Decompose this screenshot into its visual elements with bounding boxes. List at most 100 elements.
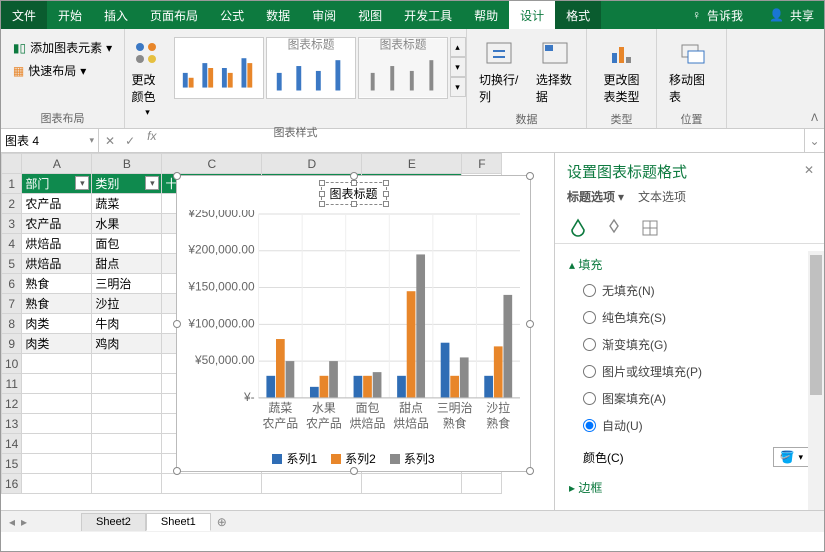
border-section-header[interactable]: ▸ 边框 — [569, 475, 810, 500]
cell[interactable]: 烘焙品 — [22, 234, 92, 254]
gallery-scroll-down[interactable]: ▾ — [450, 57, 466, 77]
sheet-tab[interactable]: Sheet1 — [146, 513, 211, 531]
gradient-fill-radio[interactable]: 渐变填充(G) — [569, 331, 810, 358]
picture-fill-radio[interactable]: 图片或纹理填充(P) — [569, 358, 810, 385]
cell[interactable]: 肉类 — [22, 334, 92, 354]
select-all-cell[interactable] — [2, 154, 22, 174]
row-header[interactable]: 1 — [2, 174, 22, 194]
solid-fill-radio[interactable]: 纯色填充(S) — [569, 304, 810, 331]
ribbon-tab-1[interactable]: 开始 — [47, 1, 93, 29]
row-header[interactable]: 7 — [2, 294, 22, 314]
chart-title[interactable]: 图表标题 — [320, 182, 386, 205]
row-header[interactable]: 2 — [2, 194, 22, 214]
auto-fill-radio[interactable]: 自动(U) — [569, 412, 810, 439]
change-colors-button[interactable]: 更改颜色▾ — [126, 33, 170, 122]
cell[interactable]: 农产品 — [22, 194, 92, 214]
row-header[interactable]: 6 — [2, 274, 22, 294]
row-header[interactable]: 12 — [2, 394, 22, 414]
ribbon-tab-6[interactable]: 审阅 — [301, 1, 347, 29]
pattern-fill-radio[interactable]: 图案填充(A) — [569, 385, 810, 412]
row-header[interactable]: 8 — [2, 314, 22, 334]
cell[interactable]: 肉类 — [22, 314, 92, 334]
cell[interactable]: 熟食 — [22, 274, 92, 294]
cell[interactable]: 三明治 — [92, 274, 162, 294]
move-chart-button[interactable]: 移动图表 — [663, 33, 720, 109]
chart-legend[interactable]: 系列1 系列2 系列3 — [177, 450, 530, 467]
confirm-formula-icon[interactable]: ✓ — [125, 134, 135, 148]
ribbon-tab-7[interactable]: 视图 — [347, 1, 393, 29]
switch-row-col-button[interactable]: 切换行/列 — [473, 33, 526, 109]
chart-resize-handle[interactable] — [173, 467, 181, 475]
ribbon-tab-0[interactable]: 文件 — [1, 1, 47, 29]
chart-resize-handle[interactable] — [526, 467, 534, 475]
cell[interactable]: 甜点 — [92, 254, 162, 274]
share-button[interactable]: 共享 — [790, 7, 814, 24]
chart-style-3[interactable]: 图表标题 — [358, 37, 448, 99]
row-header[interactable]: 9 — [2, 334, 22, 354]
chart-resize-handle[interactable] — [350, 172, 358, 180]
formula-input[interactable] — [166, 134, 800, 148]
effects-tab-icon[interactable] — [603, 217, 625, 239]
table-header-cell[interactable]: 类别▾ — [92, 174, 162, 194]
row-header[interactable]: 15 — [2, 454, 22, 474]
fx-icon[interactable]: fx — [141, 129, 162, 152]
sheet-nav-prev[interactable]: ◂ — [9, 515, 15, 529]
col-header[interactable]: A — [22, 154, 92, 174]
ribbon-tab-10[interactable]: 设计 — [509, 1, 555, 29]
cell[interactable]: 面包 — [92, 234, 162, 254]
title-options-tab[interactable]: 标题选项 ▾ — [567, 188, 624, 205]
close-pane-icon[interactable]: ✕ — [804, 163, 814, 177]
cell[interactable]: 鸡肉 — [92, 334, 162, 354]
name-box-dropdown-icon[interactable]: ▾ — [89, 135, 94, 146]
ribbon-tab-4[interactable]: 公式 — [209, 1, 255, 29]
chart-resize-handle[interactable] — [526, 320, 534, 328]
col-header[interactable]: C — [162, 154, 262, 174]
select-data-button[interactable]: 选择数据 — [530, 33, 580, 109]
chart-resize-handle[interactable] — [173, 172, 181, 180]
size-tab-icon[interactable] — [639, 217, 661, 239]
formula-bar-expand[interactable]: ⌄ — [804, 129, 824, 152]
ribbon-tab-3[interactable]: 页面布局 — [139, 1, 209, 29]
cell[interactable]: 农产品 — [22, 214, 92, 234]
gallery-scroll-up[interactable]: ▴ — [450, 37, 466, 57]
cancel-formula-icon[interactable]: ✕ — [105, 134, 115, 148]
quick-layout-button[interactable]: ▦ 快速布局 ▾ — [11, 60, 114, 81]
row-header[interactable]: 16 — [2, 474, 22, 494]
name-box-input[interactable] — [5, 134, 75, 148]
chart-resize-handle[interactable] — [526, 172, 534, 180]
color-picker-button[interactable]: 🪣▾ — [773, 447, 810, 467]
col-header[interactable]: F — [462, 154, 502, 174]
col-header[interactable]: D — [262, 154, 362, 174]
name-box[interactable]: ▾ — [1, 129, 99, 152]
chart-style-gallery[interactable]: 图表标题 图表标题 ▴ ▾ ▾ — [174, 33, 466, 99]
ribbon-tab-8[interactable]: 开发工具 — [393, 1, 463, 29]
gallery-expand[interactable]: ▾ — [450, 77, 466, 97]
cell[interactable]: 熟食 — [22, 294, 92, 314]
cell[interactable]: 沙拉 — [92, 294, 162, 314]
row-header[interactable]: 10 — [2, 354, 22, 374]
no-fill-radio[interactable]: 无填充(N) — [569, 277, 810, 304]
cell[interactable]: 牛肉 — [92, 314, 162, 334]
chart-style-1[interactable] — [174, 37, 264, 99]
ribbon-tab-5[interactable]: 数据 — [255, 1, 301, 29]
fill-section-header[interactable]: ▴ 填充 — [569, 252, 810, 277]
table-header-cell[interactable]: 部门▾ — [22, 174, 92, 194]
tell-me[interactable]: 告诉我 — [707, 7, 743, 24]
ribbon-tab-11[interactable]: 格式 — [555, 1, 601, 29]
row-header[interactable]: 4 — [2, 234, 22, 254]
text-options-tab[interactable]: 文本选项 — [638, 188, 686, 205]
add-sheet-button[interactable]: ⊕ — [211, 515, 233, 529]
ribbon-tab-2[interactable]: 插入 — [93, 1, 139, 29]
row-header[interactable]: 3 — [2, 214, 22, 234]
filter-dropdown-icon[interactable]: ▾ — [75, 176, 89, 190]
ribbon-tab-9[interactable]: 帮助 — [463, 1, 509, 29]
cell[interactable]: 烘焙品 — [22, 254, 92, 274]
filter-dropdown-icon[interactable]: ▾ — [145, 176, 159, 190]
collapse-ribbon-button[interactable]: ᐱ — [811, 113, 818, 124]
pane-scrollbar[interactable] — [808, 251, 824, 510]
cell[interactable]: 水果 — [92, 214, 162, 234]
chart-resize-handle[interactable] — [173, 320, 181, 328]
chart-plot-area[interactable]: ¥-¥50,000.00¥100,000.00¥150,000.00¥200,0… — [187, 210, 524, 444]
row-header[interactable]: 11 — [2, 374, 22, 394]
cell[interactable]: 蔬菜 — [92, 194, 162, 214]
